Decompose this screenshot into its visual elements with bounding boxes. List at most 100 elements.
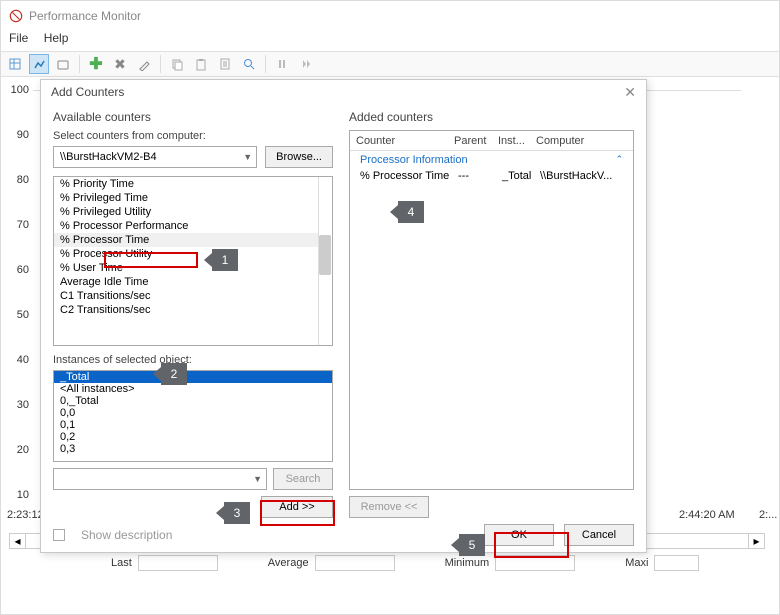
scroll-left-icon[interactable]: ◂ xyxy=(10,534,26,548)
cell-counter: % Processor Time xyxy=(360,170,458,182)
list-item[interactable]: % Privileged Utility xyxy=(54,205,318,219)
x-end: 2:... xyxy=(759,509,777,521)
instance-item[interactable]: 0,0 xyxy=(54,407,332,419)
cell-parent: --- xyxy=(458,170,502,182)
status-maximum-value xyxy=(654,555,699,571)
column-instance[interactable]: Inst... xyxy=(492,133,530,149)
cancel-button[interactable]: Cancel xyxy=(564,524,634,546)
column-counter[interactable]: Counter xyxy=(350,133,448,149)
dialog-titlebar: Add Counters ✕ xyxy=(41,80,646,104)
counters-listbox[interactable]: % Priority Time % Privileged Time % Priv… xyxy=(53,176,333,346)
instance-item[interactable]: 0,2 xyxy=(54,431,332,443)
counters-scrollbar[interactable] xyxy=(318,177,332,345)
chevron-up-icon: ⌃ xyxy=(615,154,623,166)
list-item[interactable]: C2 Transitions/sec xyxy=(54,303,318,317)
instances-label: Instances of selected object: xyxy=(53,354,333,366)
instance-item[interactable]: <All instances> xyxy=(54,383,332,395)
scrollbar-thumb[interactable] xyxy=(319,235,331,275)
list-item[interactable]: % Privileged Time xyxy=(54,191,318,205)
computer-combo-value: \\BurstHackVM2-B4 xyxy=(60,151,157,163)
view-icon[interactable] xyxy=(5,54,25,74)
status-minimum-value xyxy=(495,555,575,571)
y-tick: 90 xyxy=(17,129,29,141)
add-button[interactable]: Add >> xyxy=(261,496,333,518)
table-header: Counter Parent Inst... Computer xyxy=(350,131,633,151)
instance-item[interactable]: 0,_Total xyxy=(54,395,332,407)
menu-help[interactable]: Help xyxy=(44,31,69,45)
titlebar: Performance Monitor xyxy=(1,1,779,31)
search-input[interactable]: ▼ xyxy=(53,468,267,490)
select-from-label: Select counters from computer: xyxy=(53,130,333,142)
instances-listbox[interactable]: _Total <All instances> 0,_Total 0,0 0,1 … xyxy=(53,370,333,462)
group-label: Processor Information xyxy=(360,154,468,166)
list-item[interactable]: % Processor Utility xyxy=(54,247,318,261)
browse-button[interactable]: Browse... xyxy=(265,146,333,168)
copy-icon[interactable] xyxy=(167,54,187,74)
toolbar-separator xyxy=(160,55,161,73)
delete-icon[interactable]: ✖ xyxy=(110,54,130,74)
status-average-value xyxy=(315,555,395,571)
column-computer[interactable]: Computer xyxy=(530,133,633,149)
close-icon[interactable]: ✕ xyxy=(624,84,636,101)
search-button[interactable]: Search xyxy=(273,468,333,490)
play-icon[interactable] xyxy=(296,54,316,74)
zoom-icon[interactable] xyxy=(239,54,259,74)
remove-button[interactable]: Remove << xyxy=(349,496,429,518)
scroll-right-icon[interactable]: ▸ xyxy=(748,534,764,548)
properties-icon[interactable] xyxy=(215,54,235,74)
toolbar-separator xyxy=(265,55,266,73)
added-counters-pane: Added counters Counter Parent Inst... Co… xyxy=(349,110,634,518)
added-counters-table: Counter Parent Inst... Computer Processo… xyxy=(349,130,634,490)
instance-item[interactable]: 0,3 xyxy=(54,443,332,455)
paste-icon[interactable] xyxy=(191,54,211,74)
y-tick: 60 xyxy=(17,264,29,276)
y-tick: 100 xyxy=(11,84,29,96)
instance-item[interactable]: 0,1 xyxy=(54,419,332,431)
highlight-icon[interactable] xyxy=(134,54,154,74)
y-tick: 10 xyxy=(17,489,29,501)
toolbar-separator xyxy=(79,55,80,73)
y-axis: 100 90 80 70 60 50 40 30 20 10 xyxy=(1,77,33,552)
chevron-down-icon: ▼ xyxy=(253,474,262,484)
add-counters-dialog: Add Counters ✕ Available counters Select… xyxy=(40,79,647,553)
toolbar: ✚ ✖ xyxy=(1,51,779,77)
ok-button[interactable]: OK xyxy=(484,524,554,546)
dialog-title: Add Counters xyxy=(51,85,124,99)
pause-icon[interactable] xyxy=(272,54,292,74)
list-item-processor-time[interactable]: % Processor Time xyxy=(54,233,318,247)
y-tick: 80 xyxy=(17,174,29,186)
app-window: Performance Monitor File Help ✚ ✖ 100 90… xyxy=(0,0,780,615)
status-minimum-label: Minimum xyxy=(445,557,490,569)
list-item[interactable]: % Priority Time xyxy=(54,177,318,191)
table-row[interactable]: % Processor Time --- _Total \\BurstHackV… xyxy=(350,167,633,185)
added-counters-label: Added counters xyxy=(349,110,634,124)
status-average-label: Average xyxy=(268,557,309,569)
menu-file[interactable]: File xyxy=(9,31,28,45)
status-maximum-label: Maxi xyxy=(625,557,648,569)
callout-1: 1 xyxy=(212,249,238,271)
column-parent[interactable]: Parent xyxy=(448,133,492,149)
y-tick: 70 xyxy=(17,219,29,231)
callout-3: 3 xyxy=(224,502,250,524)
cell-computer: \\BurstHackV... xyxy=(540,170,633,182)
browse-icon[interactable] xyxy=(53,54,73,74)
available-counters-pane: Available counters Select counters from … xyxy=(53,110,333,518)
add-icon[interactable]: ✚ xyxy=(86,54,106,74)
y-tick: 20 xyxy=(17,444,29,456)
callout-2: 2 xyxy=(161,363,187,385)
menubar: File Help xyxy=(1,31,779,51)
show-description-checkbox[interactable] xyxy=(53,529,65,541)
group-processor-information[interactable]: Processor Information ⌃ xyxy=(350,151,633,167)
list-item[interactable]: % Processor Performance xyxy=(54,219,318,233)
instance-total[interactable]: _Total xyxy=(54,371,332,383)
y-tick: 40 xyxy=(17,354,29,366)
chart-type-icon[interactable] xyxy=(29,54,49,74)
x-tick: 2:44:20 AM xyxy=(679,509,735,521)
computer-combo[interactable]: \\BurstHackVM2-B4 ▼ xyxy=(53,146,257,168)
list-item[interactable]: Average Idle Time xyxy=(54,275,318,289)
list-item[interactable]: % User Time xyxy=(54,261,318,275)
list-item[interactable]: C1 Transitions/sec xyxy=(54,289,318,303)
app-title: Performance Monitor xyxy=(29,9,141,23)
dialog-footer: Show description OK Cancel xyxy=(41,518,646,552)
app-icon xyxy=(9,9,23,23)
